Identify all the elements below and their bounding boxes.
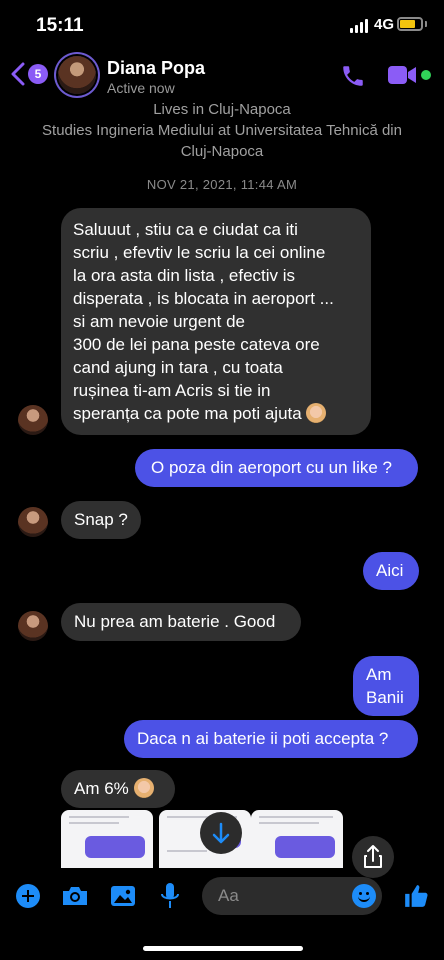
message-line: rușinea ti-am Acris si tie in [73, 381, 271, 400]
gallery-icon[interactable] [110, 884, 136, 908]
contact-name[interactable]: Diana Popa [107, 58, 205, 79]
screenshot-thumbnail[interactable] [251, 810, 343, 868]
message-composer: Aa [0, 868, 444, 926]
message-text: Am 6% [74, 779, 129, 798]
camera-icon[interactable] [61, 885, 89, 907]
conversation-header: 5 Diana Popa Active now [0, 50, 444, 100]
sender-avatar[interactable] [18, 507, 48, 537]
message-line: la ora asta din lista , efectiv is [73, 266, 296, 285]
message-line: cand ajung in tara , cu toata [73, 358, 283, 377]
profile-lives: Lives in Cluj-Napoca [153, 101, 291, 118]
message-line: 300 de lei pana peste cateva ore [73, 335, 320, 354]
message-line: si am nevoie urgent de [73, 312, 245, 331]
message-bubble-incoming[interactable]: Nu prea am baterie . Good [61, 603, 301, 641]
chevron-left-icon [11, 62, 25, 86]
message-bubble-outgoing[interactable]: Am Banii [353, 656, 419, 716]
message-line: disperata , is blocata in aeroport ... [73, 289, 334, 308]
profile-info: Lives in Cluj-Napoca Studies Ingineria M… [0, 99, 444, 162]
thumbs-up-icon[interactable] [403, 883, 429, 909]
message-bubble-outgoing[interactable]: Aici [363, 552, 419, 590]
message-line: speranța ca pote ma poti ajuta [73, 404, 302, 423]
screenshot-thumbnail[interactable] [61, 810, 153, 868]
status-bar: 15:11 4G [0, 0, 444, 50]
message-bubble-incoming[interactable]: Saluuut , stiu ca e ciudat ca iti scriu … [61, 208, 371, 435]
message-bubble-outgoing[interactable]: O poza din aeroport cu un like ? [135, 449, 418, 487]
message-line: Banii [366, 688, 404, 707]
facepalm-emoji-icon [133, 778, 154, 798]
back-button[interactable]: 5 [10, 58, 50, 92]
message-line: Am [366, 665, 392, 684]
contact-avatar[interactable] [58, 56, 96, 94]
message-line: scriu , efevtiv le scriu la cei online [73, 243, 326, 262]
battery-tip [425, 21, 427, 27]
network-label: 4G [374, 16, 395, 33]
scroll-down-button[interactable] [200, 812, 242, 854]
message-bubble-incoming[interactable]: Snap ? [61, 501, 141, 539]
emoji-icon[interactable] [352, 884, 376, 908]
contact-status: Active now [107, 80, 175, 96]
online-indicator [421, 70, 431, 80]
message-bubble-outgoing[interactable]: Daca n ai baterie ii poti accepta ? [124, 720, 418, 758]
home-indicator [143, 946, 303, 951]
video-call-icon[interactable] [387, 64, 417, 86]
message-timestamp: NOV 21, 2021, 11:44 AM [146, 177, 298, 192]
facepalm-emoji-icon [306, 403, 327, 423]
status-time: 15:11 [36, 15, 84, 36]
profile-studies: Studies Ingineria Mediului at Universita… [42, 122, 402, 160]
message-line: Saluuut , stiu ca e ciudat ca iti [73, 220, 298, 239]
phone-call-icon[interactable] [340, 63, 366, 89]
battery-icon [397, 17, 423, 31]
signal-icon [350, 19, 370, 33]
plus-icon[interactable] [16, 884, 40, 908]
message-bubble-incoming[interactable]: Am 6% [61, 770, 175, 808]
unread-count-badge: 5 [28, 64, 48, 84]
arrow-down-icon [212, 822, 230, 844]
sender-avatar[interactable] [18, 611, 48, 641]
microphone-icon[interactable] [160, 882, 180, 910]
sender-avatar[interactable] [18, 405, 48, 435]
